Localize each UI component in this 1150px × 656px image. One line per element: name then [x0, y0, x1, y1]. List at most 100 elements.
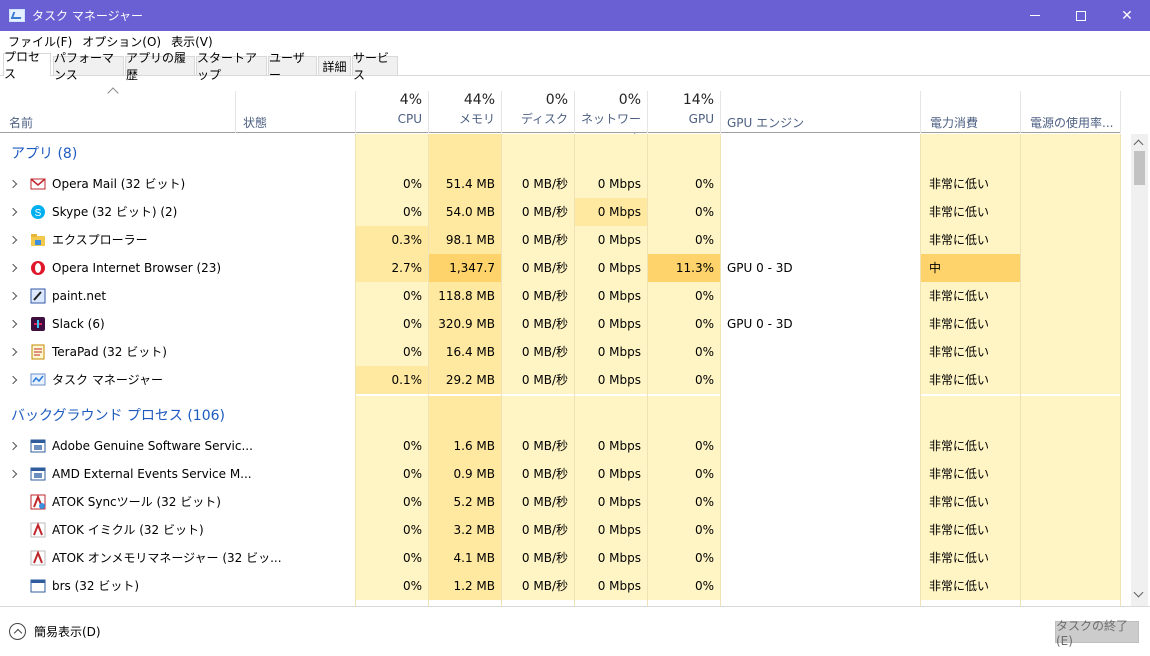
disk-cell: 0 MB/秒	[501, 432, 574, 460]
power-usage-cell: 非常に低い	[921, 170, 1020, 198]
cpu-cell: 0%	[355, 282, 428, 310]
expand-chevron-icon[interactable]	[8, 291, 18, 301]
menu-file[interactable]: ファイル(F)	[3, 33, 77, 50]
disk-cell: 0 MB/秒	[501, 170, 574, 198]
process-row[interactable]: エクスプローラー 0.3% 98.1 MB 0 MB/秒 0 Mbps 0% 非常に低い	[0, 226, 1121, 254]
close-button[interactable]: ✕	[1104, 0, 1150, 31]
expand-chevron-icon[interactable]	[8, 347, 18, 357]
scroll-up-icon[interactable]	[1133, 139, 1144, 150]
network-cell: 0 Mbps	[574, 310, 647, 338]
service-window-icon	[30, 466, 46, 482]
tab-processes[interactable]: プロセス	[3, 50, 51, 81]
column-divider	[574, 134, 575, 606]
memory-cell: 3.2 MB	[428, 516, 501, 544]
tab-app-history[interactable]: アプリの履歴	[125, 51, 195, 82]
process-row[interactable]: Opera Mail (32 ビット) 0% 51.4 MB 0 MB/秒 0 Mbps…	[0, 170, 1121, 198]
gpu-label: GPU	[688, 112, 714, 126]
menu-view[interactable]: 表示(V)	[166, 33, 218, 50]
process-row[interactable]: TeraPad (32 ビット) 0% 16.4 MB 0 MB/秒 0 Mbps 0% 非…	[0, 338, 1121, 366]
column-divider	[1120, 134, 1121, 606]
end-task-button[interactable]: タスクの終了(E)	[1055, 619, 1139, 648]
maximize-button[interactable]	[1058, 0, 1104, 31]
paint-net-icon	[30, 288, 46, 304]
expand-chevron-icon[interactable]	[8, 441, 18, 451]
chevron-up-circle-icon	[9, 623, 26, 640]
network-total: 0%	[618, 92, 641, 108]
column-gpu-engine[interactable]: GPU エンジン	[727, 114, 804, 131]
process-row[interactable]: S Skype (32 ビット) (2) 0% 54.0 MB 0 MB/秒 0 Mbps…	[0, 198, 1121, 226]
process-name: Skype (32 ビット) (2)	[52, 205, 178, 219]
tab-startup[interactable]: スタートアップ	[196, 51, 267, 82]
expand-chevron-icon[interactable]	[8, 319, 18, 329]
column-power-usage[interactable]: 電力消費	[930, 114, 978, 131]
menu-options[interactable]: オプション(O)	[77, 33, 166, 50]
gpu-cell: 0%	[647, 432, 720, 460]
disk-cell: 0 MB/秒	[501, 198, 574, 226]
power-trend-cell	[1021, 366, 1120, 394]
cpu-cell: 2.7%	[355, 254, 428, 282]
process-row[interactable]: Opera Internet Browser (23) 2.7%1,347.7 M…	[0, 254, 1121, 303]
tab-users[interactable]: ユーザー	[268, 51, 317, 82]
process-name: paint.net	[52, 289, 107, 303]
network-cell: 0 Mbps	[574, 198, 647, 226]
gpu-engine-cell	[727, 488, 917, 516]
column-divider	[920, 134, 921, 606]
process-row[interactable]: paint.net 0% 118.8 MB 0 MB/秒 0 Mbps 0% 非常に低い	[0, 282, 1121, 310]
process-row[interactable]: Slack (6) 0% 320.9 MB 0 MB/秒 0 Mbps 0% GPU 0 -…	[0, 310, 1121, 338]
power-usage-cell: 非常に低い	[921, 198, 1020, 226]
power-trend-cell	[1021, 282, 1120, 310]
power-usage-cell: 非常に低い	[921, 488, 1020, 516]
column-fill	[501, 396, 574, 436]
scroll-thumb[interactable]	[1134, 151, 1145, 185]
memory-cell: 118.8 MB	[428, 282, 501, 310]
expand-chevron-icon[interactable]	[8, 469, 18, 479]
window-title: タスク マネージャー	[32, 9, 143, 23]
process-row[interactable]: タスク マネージャー 0.1% 29.2 MB 0 MB/秒 0 Mbps 0% 非常に低い	[0, 366, 1121, 394]
process-row[interactable]: brs (32 ビット) 0% 1.2 MB 0 MB/秒 0 Mbps 0% 非常に低い	[0, 572, 1121, 600]
expand-chevron-icon[interactable]	[8, 263, 18, 273]
gpu-cell: 0%	[647, 572, 720, 600]
process-row[interactable]: ATOK オンメモリマネージャー (32 ビッ... 0% 4.1 MB 0 MB/秒…	[0, 544, 1121, 572]
expand-chevron-icon[interactable]	[8, 375, 18, 385]
process-row[interactable]: AMD External Events Service M... 0% 0.9 MB…	[0, 460, 1121, 488]
expand-chevron-icon[interactable]	[8, 179, 18, 189]
network-cell: 0 Mbps	[574, 254, 647, 282]
process-name: brs (32 ビット)	[52, 579, 140, 593]
memory-cell: 1.6 MB	[428, 432, 501, 460]
process-row[interactable]: ATOK イミクル (32 ビット) 0% 3.2 MB 0 MB/秒 0 Mbps 0%…	[0, 516, 1121, 544]
cpu-cell: 0%	[355, 338, 428, 366]
process-name: タスク マネージャー	[52, 373, 163, 387]
process-name: ATOK Syncツール (32 ビット)	[52, 495, 221, 509]
minimize-button[interactable]	[1012, 0, 1058, 31]
memory-cell: 54.0 MB	[428, 198, 501, 226]
column-status[interactable]: 状態	[243, 114, 267, 131]
column-memory[interactable]: 44% メモリ	[428, 91, 501, 133]
process-name: Slack (6)	[52, 317, 105, 331]
disk-cell: 0 MB/秒	[501, 460, 574, 488]
tab-services[interactable]: サービス	[352, 51, 398, 82]
column-divider	[501, 134, 502, 606]
power-usage-cell: 非常に低い	[921, 432, 1020, 460]
expand-chevron-icon[interactable]	[8, 235, 18, 245]
column-network[interactable]: 0% ネットワーク	[574, 91, 647, 146]
vertical-scrollbar[interactable]	[1131, 134, 1148, 606]
column-disk[interactable]: 0% ディスク	[501, 91, 574, 133]
atok-icon	[30, 550, 46, 566]
memory-cell: 51.4 MB	[428, 170, 501, 198]
column-cpu[interactable]: 4% CPU	[355, 91, 428, 133]
column-power-usage-trend[interactable]: 電源の使用率...	[1030, 114, 1113, 131]
tab-performance[interactable]: パフォーマンス	[53, 51, 124, 82]
process-row[interactable]: ATOK Syncツール (32 ビット) 0% 5.2 MB 0 MB/秒 0 Mbp…	[0, 488, 1121, 516]
tab-details[interactable]: 詳細	[318, 56, 351, 75]
fewer-details-button[interactable]: 簡易表示(D)	[9, 623, 101, 640]
column-divider	[647, 134, 648, 606]
expand-chevron-icon[interactable]	[8, 207, 18, 217]
network-cell: 0 Mbps	[574, 366, 647, 394]
column-gpu[interactable]: 14% GPU	[647, 91, 720, 133]
title-bar[interactable]: タスク マネージャー ✕	[0, 0, 1150, 31]
process-row[interactable]: Adobe Genuine Software Servic... 0% 1.6 MB…	[0, 432, 1121, 460]
column-fill	[428, 396, 501, 436]
scroll-down-icon[interactable]	[1133, 587, 1144, 598]
column-name[interactable]: 名前	[9, 114, 33, 131]
gpu-engine-cell	[727, 544, 917, 572]
